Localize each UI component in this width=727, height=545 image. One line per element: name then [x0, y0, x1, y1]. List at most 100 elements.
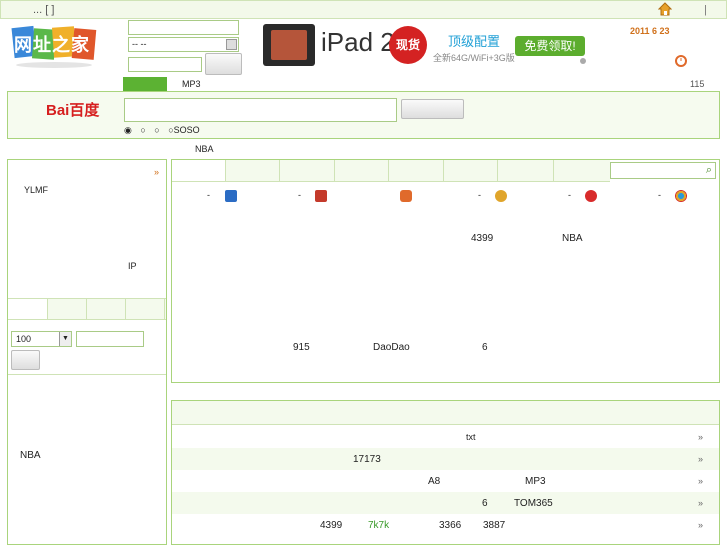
game-icon[interactable] — [400, 190, 412, 202]
top-divider: | — [704, 4, 707, 16]
search-input[interactable] — [124, 98, 397, 122]
list-panel: txt » 17173 » A8 MP3 » 6 TOM365 » 4399 7… — [171, 400, 720, 545]
list-link[interactable]: 7k7k — [368, 520, 389, 531]
search-tab-mp3[interactable]: MP3 — [182, 79, 201, 89]
search-panel: Bai百度 ◉ ○ ○ ○SOSO — [7, 91, 720, 139]
main-tab-row — [172, 160, 610, 182]
login-button[interactable] — [205, 53, 242, 75]
star-icon[interactable] — [495, 190, 507, 202]
clock-icon[interactable] — [675, 55, 687, 67]
list-row: 17173 » — [172, 448, 719, 470]
left-tab-4[interactable] — [126, 299, 165, 319]
list-link[interactable]: A8 — [428, 476, 440, 487]
login-select[interactable]: -- -- — [128, 37, 239, 52]
ad-headline: 顶级配置 — [448, 34, 501, 49]
unit-select-value: 100 — [16, 334, 32, 344]
ad-sub: 全新64G/WiFi+3G版 — [433, 53, 515, 63]
search-engine-radios: ◉ ○ ○ ○SOSO — [124, 125, 200, 136]
icon-dash: - — [478, 190, 481, 200]
main-tab-1[interactable] — [172, 160, 226, 181]
main-panel: ⌕ - - - - - 4399 NBA 915 DaoDao 6 — [171, 159, 720, 383]
list-link[interactable]: 4399 — [320, 520, 342, 531]
ad-badge: 现货 — [389, 26, 427, 64]
list-more-link[interactable]: » — [698, 432, 703, 442]
chrome-icon[interactable] — [675, 190, 687, 202]
left-tab-3[interactable] — [87, 299, 126, 319]
site-logo[interactable]: 网址之家 — [11, 25, 98, 69]
main-tab-6[interactable] — [444, 160, 498, 181]
search-tab-web[interactable] — [123, 77, 167, 92]
date-display: 2011 6 23 — [630, 26, 670, 36]
ylmf-link[interactable]: YLMF — [24, 185, 48, 195]
radio-google[interactable]: ○ — [140, 125, 148, 135]
left-more-link[interactable]: » — [154, 167, 159, 177]
left-tab-row — [8, 298, 166, 320]
left-tab-2[interactable] — [48, 299, 87, 319]
ipad-image — [263, 24, 315, 66]
link-4399[interactable]: 4399 — [471, 233, 493, 244]
search-icon[interactable]: ⌕ — [706, 164, 712, 177]
main-tab-4[interactable] — [335, 160, 389, 181]
radio-label: SOSO — [173, 125, 200, 135]
search-button[interactable] — [401, 99, 464, 119]
unit-select[interactable]: 100 ▼ — [11, 331, 72, 347]
username-field[interactable] — [128, 20, 239, 35]
list-panel-header — [172, 401, 719, 425]
main-tab-5[interactable] — [389, 160, 444, 181]
chevron-down-icon[interactable]: ▼ — [59, 332, 71, 346]
list-row: 4399 7k7k 3366 3887 » — [172, 514, 719, 536]
icon-dash: - — [207, 190, 210, 200]
top-bar: ... [ ] | — [0, 0, 727, 19]
radio-soso[interactable]: ○SOSO — [168, 125, 199, 135]
left-tab-1[interactable] — [8, 299, 48, 319]
list-row: txt » — [172, 426, 719, 448]
list-row: A8 MP3 » — [172, 470, 719, 492]
ipad-ad-banner[interactable]: iPad 2 现货 顶级配置 全新64G/WiFi+3G版 免费领取! — [263, 22, 593, 70]
ip-link[interactable]: IP — [128, 261, 137, 271]
main-tab-3[interactable] — [280, 160, 335, 181]
camera-icon[interactable] — [315, 190, 327, 202]
password-field[interactable] — [128, 57, 202, 72]
chevron-down-icon[interactable] — [226, 39, 237, 50]
site-search-input[interactable]: ⌕ — [610, 162, 716, 179]
ad-cta-button[interactable]: 免费领取! — [515, 36, 585, 56]
list-row: 6 TOM365 » — [172, 492, 719, 514]
login-select-value: -- -- — [132, 39, 147, 49]
list-link[interactable]: MP3 — [525, 476, 546, 487]
baidu-logo: Bai百度 — [46, 102, 100, 119]
icon-dash: - — [568, 190, 571, 200]
hot-search-nba[interactable]: NBA — [195, 144, 214, 154]
list-link[interactable]: 17173 — [353, 454, 381, 465]
list-link[interactable]: TOM365 — [514, 498, 553, 509]
left-divider — [8, 374, 166, 375]
radio-baidu[interactable]: ◉ — [124, 125, 134, 135]
list-more-link[interactable]: » — [698, 498, 703, 508]
list-more-link[interactable]: » — [698, 454, 703, 464]
icon-dash: - — [658, 190, 661, 200]
app-icons-row: - - - - - — [172, 190, 719, 204]
weibo-icon[interactable] — [585, 190, 597, 202]
link-daodao[interactable]: DaoDao — [373, 342, 410, 353]
list-more-link[interactable]: » — [698, 476, 703, 486]
list-link[interactable]: 3887 — [483, 520, 505, 531]
search-count: 115 — [690, 79, 705, 89]
list-link[interactable]: txt — [466, 432, 476, 442]
link-915[interactable]: 915 — [293, 342, 310, 353]
convert-input[interactable] — [76, 331, 144, 347]
list-link[interactable]: 3366 — [439, 520, 461, 531]
weather-icon[interactable] — [578, 56, 588, 66]
link-nba[interactable]: NBA — [562, 233, 583, 244]
radio-bing[interactable]: ○ — [154, 125, 162, 135]
convert-button[interactable] — [11, 350, 40, 370]
list-more-link[interactable]: » — [698, 520, 703, 530]
main-tab-2[interactable] — [226, 160, 280, 181]
left-nba-link[interactable]: NBA — [20, 450, 41, 461]
home-icon[interactable] — [657, 2, 673, 16]
top-links[interactable]: ... [ ] — [33, 4, 54, 16]
main-tab-7[interactable] — [498, 160, 554, 181]
icon-dash: - — [298, 190, 301, 200]
qq-icon[interactable] — [225, 190, 237, 202]
link-6[interactable]: 6 — [482, 342, 488, 353]
logo-text: 网址之家 — [14, 35, 90, 55]
list-link[interactable]: 6 — [482, 498, 488, 509]
